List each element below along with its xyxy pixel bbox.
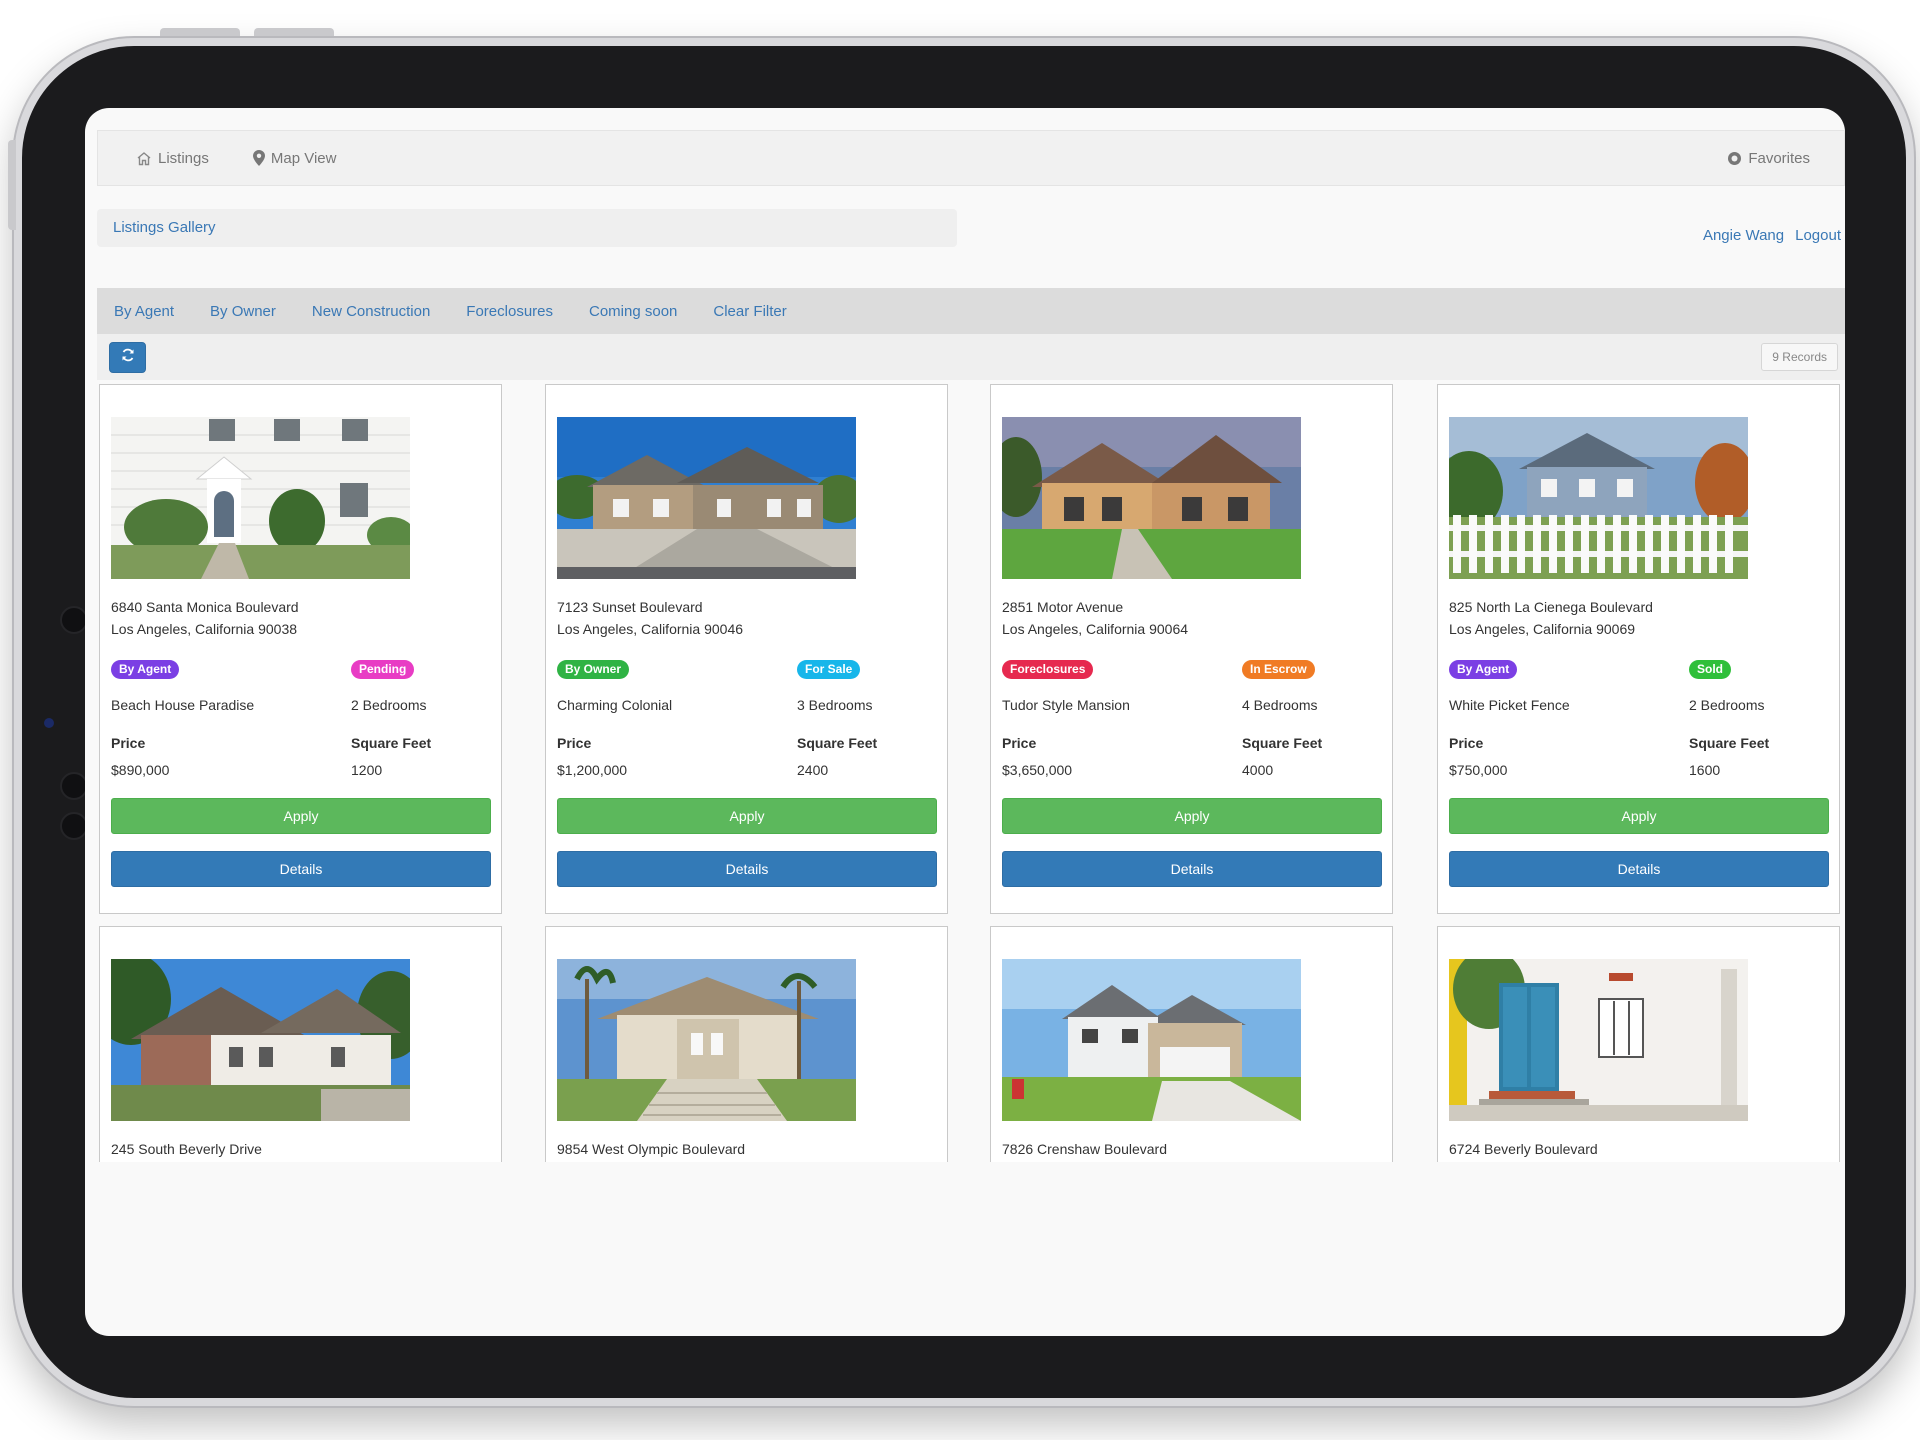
app-screen: Listings Map View Favorites Listings Gal… (85, 108, 1845, 1336)
apply-button[interactable]: Apply (1449, 798, 1829, 834)
listing-price: $1,200,000 (557, 762, 628, 778)
sensor-dot (60, 812, 88, 840)
listing-status-badge: Pending (351, 660, 415, 679)
camera-lens (44, 718, 54, 728)
price-label: Price (1449, 735, 1484, 751)
listing-bedrooms: 2 Bedrooms (351, 697, 427, 713)
listing-address-line1: 9854 West Olympic Boulevard (557, 1141, 746, 1157)
listing-address-line2: Los Angeles, California 90046 (557, 621, 744, 637)
price-label: Price (557, 735, 592, 751)
listing-photo (1002, 959, 1301, 1121)
listing-card: 7123 Sunset Boulevard Los Angeles, Calif… (545, 384, 948, 914)
listing-card: 245 South Beverly Drive (99, 926, 502, 1162)
listing-address-line1: 6724 Beverly Boulevard (1449, 1141, 1598, 1157)
price-label: Price (1002, 735, 1037, 751)
listing-price: $890,000 (111, 762, 170, 778)
details-button[interactable]: Details (1002, 851, 1382, 887)
listing-type-badge: By Agent (1449, 660, 1518, 679)
listing-title: Charming Colonial (557, 697, 673, 713)
listing-address-line2: Los Angeles, California 90064 (1002, 621, 1189, 637)
listing-title: White Picket Fence (1449, 697, 1570, 713)
listing-square-feet: 1200 (351, 762, 383, 778)
listings-grid: 6840 Santa Monica Boulevard Los Angeles,… (85, 108, 1845, 1336)
listing-square-feet: 2400 (797, 762, 829, 778)
details-button[interactable]: Details (111, 851, 491, 887)
listing-photo (111, 959, 410, 1121)
listing-address-line1: 7123 Sunset Boulevard (557, 599, 703, 615)
details-button[interactable]: Details (557, 851, 937, 887)
listing-photo (557, 959, 856, 1121)
listing-bedrooms: 3 Bedrooms (797, 697, 873, 713)
listing-address-line2: Los Angeles, California 90038 (111, 621, 298, 637)
sensor-dot (60, 772, 88, 800)
listing-square-feet: 1600 (1689, 762, 1721, 778)
power-button (254, 28, 334, 36)
listing-status-badge: In Escrow (1242, 660, 1315, 679)
listing-type-badge: By Owner (557, 660, 630, 679)
listing-photo (1449, 959, 1748, 1121)
volume-button (160, 28, 240, 36)
camera-dot (60, 606, 88, 634)
listing-photo (1449, 417, 1748, 579)
listing-bedrooms: 4 Bedrooms (1242, 697, 1318, 713)
listing-card: 2851 Motor Avenue Los Angeles, Californi… (990, 384, 1393, 914)
apply-button[interactable]: Apply (557, 798, 937, 834)
listing-price: $3,650,000 (1002, 762, 1073, 778)
listing-address-line1: 2851 Motor Avenue (1002, 599, 1124, 615)
listing-bedrooms: 2 Bedrooms (1689, 697, 1765, 713)
listing-type-badge: By Agent (111, 660, 180, 679)
listing-card: 6724 Beverly Boulevard (1437, 926, 1840, 1162)
listing-square-feet: 4000 (1242, 762, 1274, 778)
listing-photo (1002, 417, 1301, 579)
price-label: Price (111, 735, 146, 751)
listing-photo (557, 417, 856, 579)
listing-address-line1: 825 North La Cienega Boulevard (1449, 599, 1653, 615)
listing-address-line2: Los Angeles, California 90069 (1449, 621, 1636, 637)
square-feet-label: Square Feet (351, 735, 432, 751)
side-button (8, 140, 16, 230)
apply-button[interactable]: Apply (111, 798, 491, 834)
square-feet-label: Square Feet (1242, 735, 1323, 751)
listing-address-line1: 6840 Santa Monica Boulevard (111, 599, 299, 615)
square-feet-label: Square Feet (1689, 735, 1770, 751)
listing-status-badge: Sold (1689, 660, 1731, 679)
listing-title: Beach House Paradise (111, 697, 255, 713)
listing-photo (111, 417, 410, 579)
listing-card: 825 North La Cienega Boulevard Los Angel… (1437, 384, 1840, 914)
listing-type-badge: Foreclosures (1002, 660, 1094, 679)
details-button[interactable]: Details (1449, 851, 1829, 887)
listing-status-badge: For Sale (797, 660, 861, 679)
listing-card: 9854 West Olympic Boulevard (545, 926, 948, 1162)
listing-title: Tudor Style Mansion (1002, 697, 1130, 713)
listing-price: $750,000 (1449, 762, 1508, 778)
listing-address-line1: 7826 Crenshaw Boulevard (1002, 1141, 1167, 1157)
apply-button[interactable]: Apply (1002, 798, 1382, 834)
listing-address-line1: 245 South Beverly Drive (111, 1141, 262, 1157)
listing-card: 7826 Crenshaw Boulevard (990, 926, 1393, 1162)
square-feet-label: Square Feet (797, 735, 878, 751)
listing-card: 6840 Santa Monica Boulevard Los Angeles,… (99, 384, 502, 914)
